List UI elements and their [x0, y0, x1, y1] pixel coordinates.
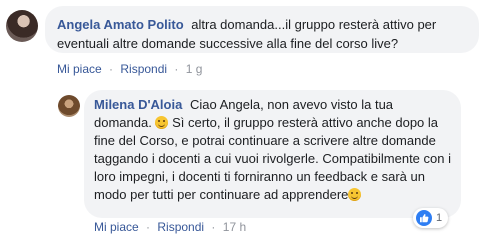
separator: ·	[211, 220, 216, 234]
timestamp[interactable]: 17 h	[223, 220, 246, 234]
comment-actions: Mi piace · Rispondi · 1 g	[57, 62, 202, 76]
avatar[interactable]	[6, 10, 38, 42]
comment-author[interactable]: Angela Amato Polito	[57, 17, 184, 32]
reaction-summary[interactable]: 1	[413, 208, 449, 228]
reply-link[interactable]: Rispondi	[120, 62, 167, 76]
timestamp[interactable]: 1 g	[186, 62, 203, 76]
like-link[interactable]: Mi piace	[57, 62, 102, 76]
reply-actions: Mi piace · Rispondi · 17 h	[94, 220, 246, 234]
comment-bubble: Angela Amato Polito altra domanda...il g…	[45, 6, 479, 53]
smiling-face-icon	[348, 188, 362, 201]
comment-thread: Angela Amato Polito altra domanda...il g…	[0, 0, 494, 241]
reaction-count: 1	[436, 212, 443, 224]
reply-author[interactable]: Milena D'Aloia	[94, 97, 182, 112]
reply-text-block: Milena D'Aloia Ciao Angela, non avevo vi…	[94, 96, 454, 204]
smiling-face-icon	[155, 116, 169, 129]
reply-link[interactable]: Rispondi	[157, 220, 204, 234]
separator: ·	[109, 62, 114, 76]
separator: ·	[146, 220, 151, 234]
separator: ·	[174, 62, 179, 76]
reply-bubble: Milena D'Aloia Ciao Angela, non avevo vi…	[84, 90, 461, 218]
comment-text-block: Angela Amato Polito altra domanda...il g…	[57, 15, 473, 53]
reply-avatar[interactable]	[58, 95, 80, 117]
like-link[interactable]: Mi piace	[94, 220, 139, 234]
like-thumb-icon	[416, 210, 432, 226]
